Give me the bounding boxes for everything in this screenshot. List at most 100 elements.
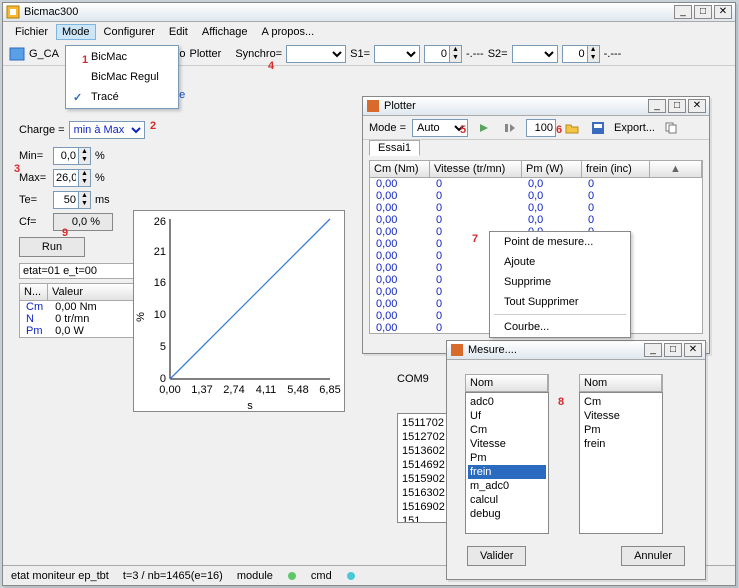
te-spin[interactable]: ▲▼ — [53, 191, 91, 209]
list-item[interactable]: m_adc0 — [468, 479, 546, 493]
com-label: COM9 — [397, 373, 449, 385]
tab-essai1[interactable]: Essai1 — [369, 140, 420, 156]
plotter-tabstrip: Essai1 — [363, 140, 709, 156]
list-item[interactable]: adc0 — [468, 395, 546, 409]
max-unit: % — [95, 172, 105, 184]
maximize-button[interactable]: □ — [694, 5, 712, 19]
svg-text:%: % — [135, 312, 147, 322]
charge-select[interactable]: min à Max — [69, 121, 145, 139]
col-pm[interactable]: Pm (W) — [522, 161, 582, 177]
svg-text:s: s — [247, 400, 253, 412]
plotter-max-button[interactable]: □ — [668, 99, 686, 113]
mesure-titlebar: Mesure.... _ □ ✕ — [447, 341, 705, 360]
gca-label: G_CA — [29, 48, 59, 60]
ctx-courbe[interactable]: Courbe... — [490, 317, 630, 337]
s2-dash: -.--- — [604, 48, 622, 60]
col-cm[interactable]: Cm (Nm) — [370, 161, 430, 177]
s1-spin-input[interactable] — [425, 46, 449, 62]
menu-configurer[interactable]: Configurer — [98, 24, 161, 40]
ctx-supprime[interactable]: Supprime — [490, 272, 630, 292]
list-item[interactable]: Vitesse — [582, 409, 660, 423]
list-item[interactable]: frein — [468, 465, 546, 479]
menu-mode[interactable]: Mode — [56, 24, 96, 40]
run-button[interactable]: Run — [19, 237, 85, 257]
col-scroll-up[interactable]: ▲ — [650, 161, 702, 177]
list-item[interactable]: Cm — [468, 423, 546, 437]
status-module: module — [237, 570, 273, 582]
main-title: Bicmac300 — [24, 6, 672, 18]
list-item: 1511702 — [400, 416, 446, 430]
min-input[interactable] — [54, 148, 78, 164]
copy-icon[interactable] — [661, 119, 681, 137]
status-cmd: cmd — [311, 570, 332, 582]
anno-4: 4 — [268, 60, 274, 72]
status-mid: t=3 / nb=1465(e=16) — [123, 570, 223, 582]
menu-edit[interactable]: Edit — [163, 24, 194, 40]
te-input[interactable] — [54, 192, 78, 208]
max-spin[interactable]: ▲▼ — [53, 169, 91, 187]
valider-button[interactable]: Valider — [467, 546, 526, 566]
col-frein[interactable]: frein (inc) — [582, 161, 650, 177]
plotter-min-button[interactable]: _ — [648, 99, 666, 113]
min-spin[interactable]: ▲▼ — [53, 147, 91, 165]
menu-affichage[interactable]: Affichage — [196, 24, 254, 40]
anno-1: 1 — [82, 54, 88, 66]
list-item[interactable]: Uf — [468, 409, 546, 423]
mesure-icon — [450, 343, 464, 357]
svg-text:0,00: 0,00 — [159, 384, 180, 396]
th-n[interactable]: N... — [20, 284, 48, 300]
mesure-right-list[interactable]: CmVitessePmfrein — [579, 392, 663, 534]
synchro-select[interactable] — [286, 45, 346, 63]
max-input[interactable] — [54, 170, 78, 186]
menu-fichier[interactable]: Fichier — [9, 24, 54, 40]
menu-apropos[interactable]: A propos... — [256, 24, 321, 40]
list-item[interactable]: Pm — [468, 451, 546, 465]
export-label[interactable]: Export... — [614, 122, 655, 134]
list-item[interactable]: calcul — [468, 493, 546, 507]
save-icon[interactable] — [588, 119, 608, 137]
status-left: etat moniteur ep_tbt — [11, 570, 109, 582]
minimize-button[interactable]: _ — [674, 5, 692, 19]
s1-select[interactable] — [374, 45, 420, 63]
list-item: 1514692 — [400, 458, 446, 472]
s2-select[interactable] — [512, 45, 558, 63]
svg-text:2,74: 2,74 — [223, 384, 244, 396]
close-button[interactable]: ✕ — [714, 5, 732, 19]
plotter-close-button[interactable]: ✕ — [688, 99, 706, 113]
mesure-close-button[interactable]: ✕ — [684, 343, 702, 357]
list-item[interactable]: debug — [468, 507, 546, 521]
plotter-count-input[interactable] — [526, 119, 556, 137]
list-item[interactable]: frein — [582, 437, 660, 451]
anno-2: 2 — [150, 120, 156, 132]
annuler-button[interactable]: Annuler — [621, 546, 685, 566]
list-item[interactable]: Vitesse — [468, 437, 546, 451]
list-item[interactable]: Pm — [582, 423, 660, 437]
toolbar-icon — [9, 46, 25, 62]
mesure-min-button[interactable]: _ — [644, 343, 662, 357]
ctx-ajoute[interactable]: Ajoute — [490, 252, 630, 272]
ctx-tout-supprimer[interactable]: Tout Supprimer — [490, 292, 630, 312]
submenu-trace[interactable]: Tracé — [67, 87, 177, 107]
open-folder-icon[interactable] — [562, 119, 582, 137]
min-label: Min= — [19, 150, 49, 162]
table-row: 0,0000,00 — [370, 202, 702, 214]
anno-5: 5 — [460, 124, 466, 136]
list-item[interactable]: Cm — [582, 395, 660, 409]
log-listbox[interactable]: 1511702151270215136021514692151590215163… — [397, 413, 449, 523]
svg-text:5: 5 — [160, 341, 166, 353]
ctx-point-de-mesure[interactable]: Point de mesure... — [490, 232, 630, 252]
list-item: 1516902 — [400, 500, 446, 514]
anno-3: 3 — [14, 163, 20, 175]
mesure-max-button[interactable]: □ — [664, 343, 682, 357]
submenu-bicmac-regul[interactable]: BicMac Regul — [67, 67, 177, 87]
s2-spin[interactable]: ▲▼ — [562, 45, 600, 63]
min-unit: % — [95, 150, 105, 162]
table-row: 0,0000,00 — [370, 178, 702, 190]
play-icon[interactable] — [474, 119, 494, 137]
step-icon[interactable] — [500, 119, 520, 137]
s2-spin-input[interactable] — [563, 46, 587, 62]
col-vitesse[interactable]: Vitesse (tr/mn) — [430, 161, 522, 177]
mesure-left-list[interactable]: adc0UfCmVitessePmfreinm_adc0calculdebug — [465, 392, 549, 534]
s1-spin[interactable]: ▲▼ — [424, 45, 462, 63]
plotter-titlebar: Plotter _ □ ✕ — [363, 97, 709, 116]
